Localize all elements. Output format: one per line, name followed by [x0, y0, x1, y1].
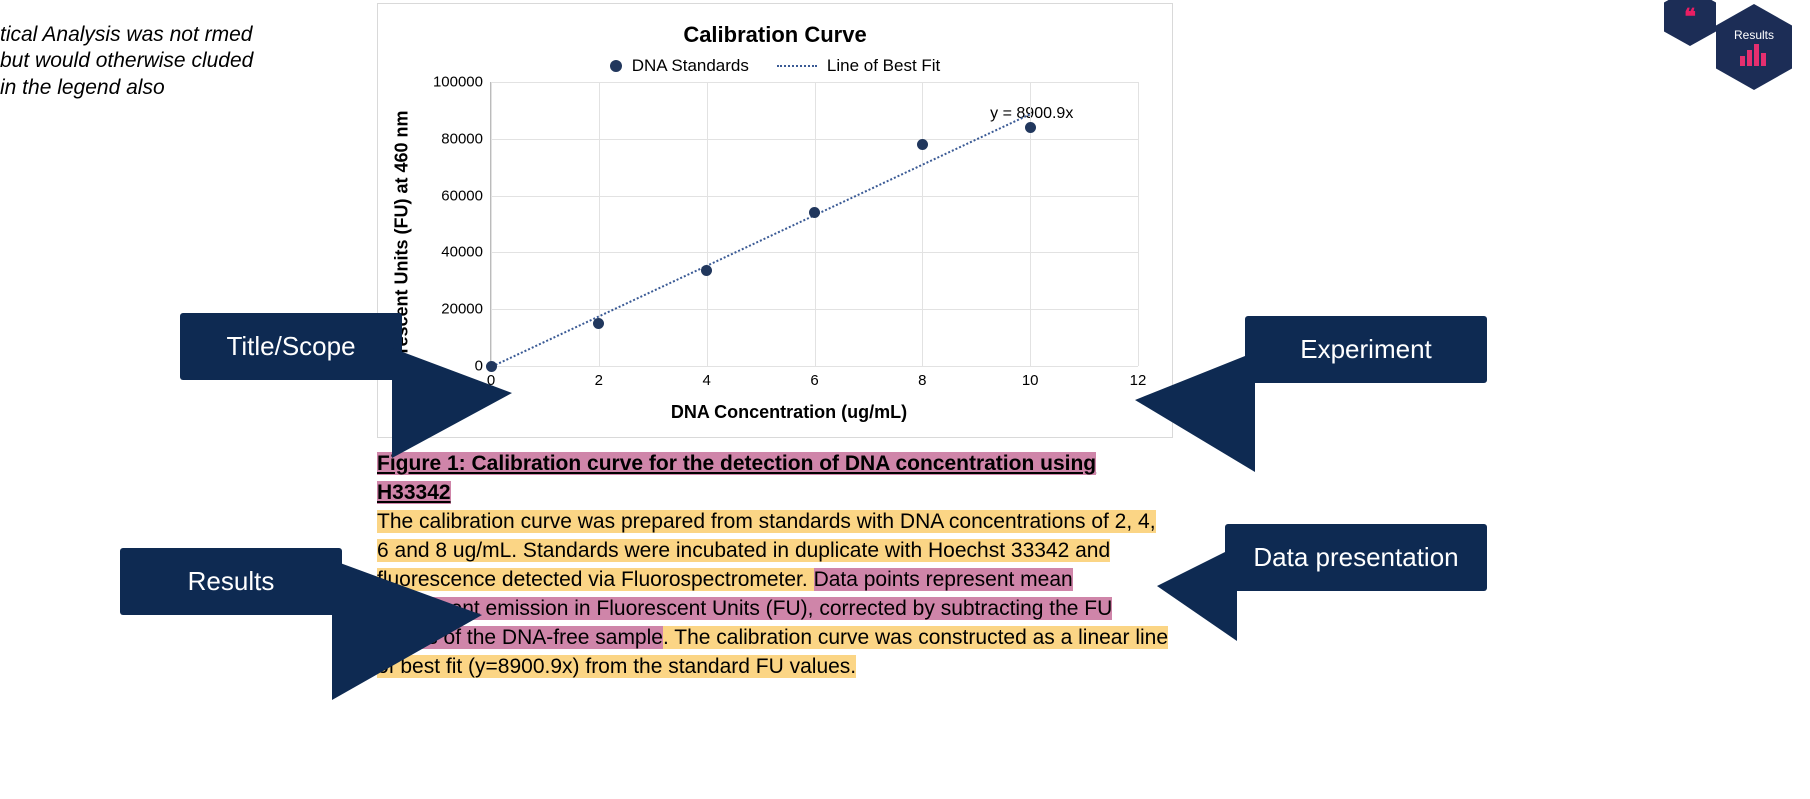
callout-experiment: Experiment [1245, 316, 1487, 383]
gridline [815, 82, 816, 366]
data-point [1025, 122, 1036, 133]
triangle-icon [392, 348, 512, 458]
gridline [491, 366, 1138, 367]
legend-item-fit: Line of Best Fit [777, 56, 940, 76]
x-tick-label: 6 [810, 372, 818, 389]
triangle-icon [1157, 546, 1237, 641]
chart-legend: DNA Standards Line of Best Fit [378, 56, 1172, 76]
gridline [922, 82, 923, 366]
y-tick-label: 60000 [441, 187, 483, 204]
legend-label-a: DNA Standards [632, 56, 749, 76]
callout-data-presentation: Data presentation [1225, 524, 1487, 591]
callout-results: Results [120, 548, 342, 615]
data-point [701, 265, 712, 276]
y-tick-label: 100000 [433, 74, 483, 91]
x-tick-label: 4 [702, 372, 710, 389]
chart-title: Calibration Curve [378, 22, 1172, 48]
legend-label-b: Line of Best Fit [827, 56, 940, 76]
legend-item-standards: DNA Standards [610, 56, 749, 76]
triangle-icon [332, 560, 482, 700]
y-tick-label: 20000 [441, 301, 483, 318]
caption-title: Figure 1: Calibration curve for the dete… [377, 452, 1096, 504]
figure-caption: Figure 1: Calibration curve for the dete… [377, 450, 1173, 682]
callout-label: Title/Scope [226, 331, 355, 361]
y-tick-label: 40000 [441, 244, 483, 261]
gridline [491, 82, 492, 366]
gridline [1138, 82, 1139, 366]
data-point [593, 318, 604, 329]
results-badge: Results [1716, 4, 1792, 90]
equation-annotation: y = 8900.9x [990, 105, 1073, 123]
x-axis-label: DNA Concentration (ug/mL) [671, 402, 907, 423]
x-tick-label: 10 [1022, 372, 1039, 389]
cutoff-note: tical Analysis was not rmed but would ot… [0, 22, 260, 101]
x-tick-label: 2 [595, 372, 603, 389]
dot-icon [610, 60, 622, 72]
callout-label: Data presentation [1253, 542, 1458, 572]
plot-area: y = 8900.9x 0200004000060000800001000000… [490, 82, 1138, 367]
line-of-best-fit [491, 113, 1031, 368]
results-badge-label: Results [1734, 28, 1774, 42]
data-point [917, 139, 928, 150]
x-tick-label: 8 [918, 372, 926, 389]
triangle-icon [1135, 352, 1255, 472]
plot-wrap: Fluorescent Units (FU) at 460 nm DNA Con… [426, 82, 1152, 419]
slide-root: tical Analysis was not rmed but would ot… [0, 0, 1810, 799]
callout-label: Experiment [1300, 334, 1432, 364]
dash-icon [777, 65, 817, 67]
bar-chart-icon [1740, 44, 1768, 66]
y-tick-label: 80000 [441, 130, 483, 147]
gridline [707, 82, 708, 366]
data-point [809, 207, 820, 218]
callout-title-scope: Title/Scope [180, 313, 402, 380]
quote-icon: ❝ [1664, 0, 1716, 46]
callout-label: Results [188, 566, 275, 596]
